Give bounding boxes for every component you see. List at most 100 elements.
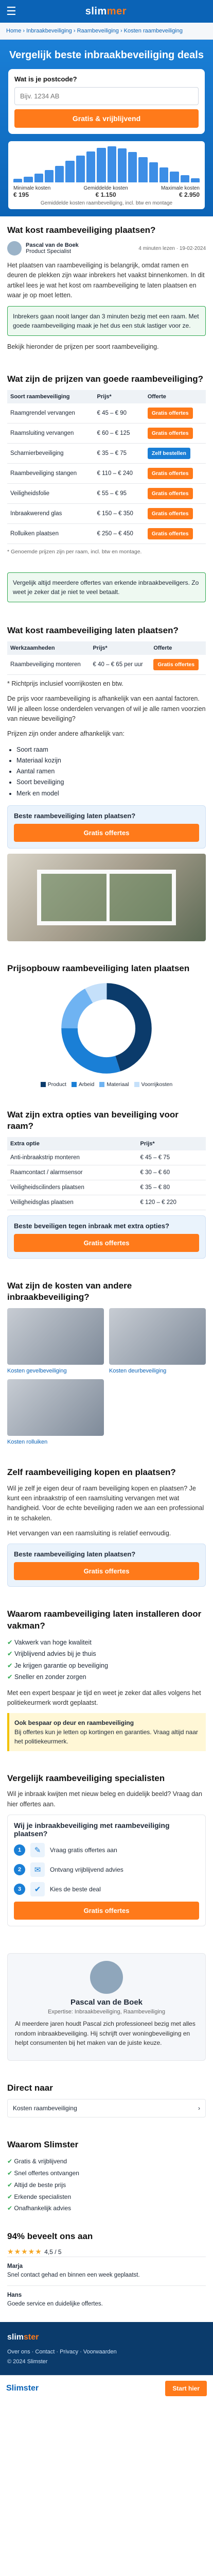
offer-button[interactable]: Gratis offertes [147, 408, 193, 419]
histogram-bar [76, 156, 85, 182]
histogram-bar [107, 146, 116, 182]
col-type: Soort raambeveiliging [7, 390, 94, 404]
document-icon: ✎ [30, 1843, 45, 1858]
list-item: Gratis & vrijblijvend [7, 2156, 206, 2167]
related-tile[interactable]: Kosten rolluiken [7, 1379, 104, 1445]
cta-button[interactable]: Gratis offertes [14, 1562, 199, 1581]
table-row: Veiligheidsfolie € 55 – € 95 Gratis offert… [7, 483, 206, 504]
chevron-right-icon: › [198, 2105, 200, 2112]
order-button[interactable]: Zelf bestellen [147, 448, 190, 460]
histogram-bar [180, 175, 189, 182]
histogram-bar [86, 151, 96, 182]
diy-section: Zelf raambeveiliging kopen en plaatsen? … [0, 1459, 213, 1600]
price-low: Minimale kosten € 195 [13, 185, 51, 198]
intro-paragraph: Het plaatsen van raambeveiliging is bela… [7, 262, 205, 299]
labour-footnote: * Richtprijs inclusief voorrijkosten en … [7, 680, 123, 687]
installer-title: Waarom raambeveiliging laten installeren… [7, 1609, 202, 1631]
postcode-question: Wat is je postcode? [14, 75, 77, 83]
check-icon: ✔ [30, 1882, 45, 1897]
offer-button[interactable]: Gratis offertes [153, 658, 199, 670]
tip-section: Vergelijk altijd meerdere offertes van e… [0, 564, 213, 617]
histogram-bar [13, 179, 23, 182]
footer-logo[interactable]: slimster [7, 2330, 206, 2344]
cta-button[interactable]: Gratis offertes [14, 1234, 199, 1252]
hero-title: Vergelijk beste inbraakbeveiliging deals [9, 49, 204, 61]
list-item: Soort beveiliging [16, 777, 206, 788]
related-tile[interactable]: Kosten deurbeveiliging [109, 1308, 206, 1374]
benefit-list: Vakwerk van hoge kwaliteit Vrijblijvend … [7, 1637, 206, 1683]
cta-band: Beste beveiligen tegen inbraak met extra… [7, 1215, 206, 1259]
list-item: Aantal ramen [16, 766, 206, 777]
installer-section: Waarom raambeveiliging laten installeren… [0, 1600, 213, 1765]
related-tile[interactable]: Kosten gevelbeveiliging [7, 1308, 104, 1374]
postcode-card: Wat is je postcode? Gratis & vrijblijven… [8, 69, 205, 134]
price-footnote: * Genoemde prijzen zijn per raam, incl. … [7, 549, 142, 555]
intro-title: Wat kost raambeveiliging plaatsen? [7, 225, 156, 235]
step-item: 2 ✉ Ontvang vrijblijvend advies [14, 1862, 199, 1877]
list-item: Snel offertes ontvangen [7, 2167, 206, 2179]
legend-item: Product [40, 1081, 66, 1088]
composition-section: Prijsopbouw raambeveiliging laten plaats… [0, 955, 213, 1101]
steps-box: Wij je inbraakbeveiliging met raambeveil… [7, 1815, 206, 1927]
cta-band: Beste raambeveiliging laten plaatsen? Gr… [7, 805, 206, 849]
site-logo[interactable]: slimmer [22, 6, 190, 18]
table-row: Inbraakwerend glas € 150 – € 350 Gratis of… [7, 503, 206, 524]
related-grid: Kosten gevelbeveiliging Kosten deurbevei… [7, 1308, 206, 1445]
top-navigation-bar: ☰ slimmer [0, 0, 213, 23]
author-section: Pascal van de Boek Expertise: Inbraakbev… [0, 1940, 213, 2074]
offer-button[interactable]: Gratis offertes [147, 528, 193, 540]
list-item: Soort raam [16, 744, 206, 755]
labour-table: Werkzaamheden Prijs* Offerte Raambeveili… [7, 641, 206, 675]
start-button[interactable]: Gratis & vrijblijvend [14, 109, 199, 128]
table-row: Scharnierbeveiliging € 35 – € 75 Zelf best… [7, 443, 206, 464]
cta-button[interactable]: Gratis offertes [14, 823, 199, 842]
offer-button[interactable]: Gratis offertes [147, 428, 193, 439]
hero-section: Vergelijk beste inbraakbeveiliging deals… [0, 40, 213, 216]
author-info: Pascal van de Boek Product Specialist [26, 242, 79, 255]
price-table: Soort raambeveiliging Prijs* Offerte Raa… [7, 390, 206, 545]
author-row: Pascal van de Boek Product Specialist 4 m… [7, 241, 206, 256]
cta-band: Beste raambeveiliging laten plaatsen? Gr… [7, 1544, 206, 1587]
histogram-bar [117, 148, 127, 182]
warning-box: Ook bespaar op deur en raambeveiliging Bi… [7, 1713, 206, 1752]
author-box: Pascal van de Boek Expertise: Inbraakbev… [7, 1953, 206, 2061]
tip-note: Vergelijk altijd meerdere offertes van e… [7, 572, 206, 602]
table-row: Rolluiken plaatsen € 250 – € 450 Gratis of… [7, 523, 206, 545]
histogram-bars [13, 146, 200, 182]
direct-link[interactable]: Kosten raambeveiliging › [7, 2099, 206, 2118]
labour-section: Wat kost raambeveiliging laten plaatsen?… [0, 617, 213, 955]
author-avatar [7, 241, 22, 256]
postcode-input[interactable] [14, 87, 199, 105]
table-row: Raamsluiting vervangen € 60 – € 125 Gratis… [7, 423, 206, 444]
step-item: 1 ✎ Vraag gratis offertes aan [14, 1843, 199, 1858]
breadcrumb[interactable]: Home › Inbraakbeveiliging › Raambeveilig… [0, 23, 213, 40]
extras-table: Extra optie Prijs* Anti-inbraakstrip mont… [7, 1137, 206, 1211]
labour-title: Wat kost raambeveiliging laten plaatsen? [7, 625, 179, 635]
offer-button[interactable]: Gratis offertes [147, 488, 193, 500]
sticky-bar: Slimster Start hier [0, 2375, 213, 2401]
histogram-bar [170, 172, 179, 182]
legend-item: Materiaal [99, 1081, 129, 1088]
list-item: Materiaal kozijn [16, 755, 206, 766]
histogram-bar [149, 162, 158, 182]
star-icon: ★★★★★ [7, 2247, 42, 2256]
review-item: Hans Goede service en duidelijke offertes… [7, 2285, 206, 2314]
offer-button[interactable]: Gratis offertes [147, 508, 193, 520]
list-item: Erkende specialisten [7, 2191, 206, 2203]
author-photo [90, 1961, 123, 1994]
review-item: Marja Snel contact gehad en binnen een we… [7, 2257, 206, 2285]
table-row: Raambeveiliging monteren € 40 – € 65 per… [7, 654, 206, 675]
hamburger-icon[interactable]: ☰ [6, 5, 16, 18]
donut-svg [61, 983, 152, 1074]
why-section: Waarom Slimster Gratis & vrijblijvend Sn… [0, 2131, 213, 2223]
related-title: Wat zijn de kosten van andere inbraakbev… [7, 1281, 132, 1302]
histogram-bar [55, 165, 64, 182]
start-here-button[interactable]: Start hier [165, 2380, 207, 2396]
window-photo [7, 853, 206, 941]
labour-paragraph: De prijs voor raambeveiliging is afhanke… [7, 695, 206, 722]
col-offer: Offerte [144, 390, 206, 404]
offer-button[interactable]: Gratis offertes [147, 468, 193, 480]
donut-legend: Product Arbeid Materiaal Voorrijkosten [40, 1081, 172, 1088]
direct-section: Direct naar Kosten raambeveiliging › [0, 2074, 213, 2131]
cta-button[interactable]: Gratis offertes [14, 1902, 199, 1920]
